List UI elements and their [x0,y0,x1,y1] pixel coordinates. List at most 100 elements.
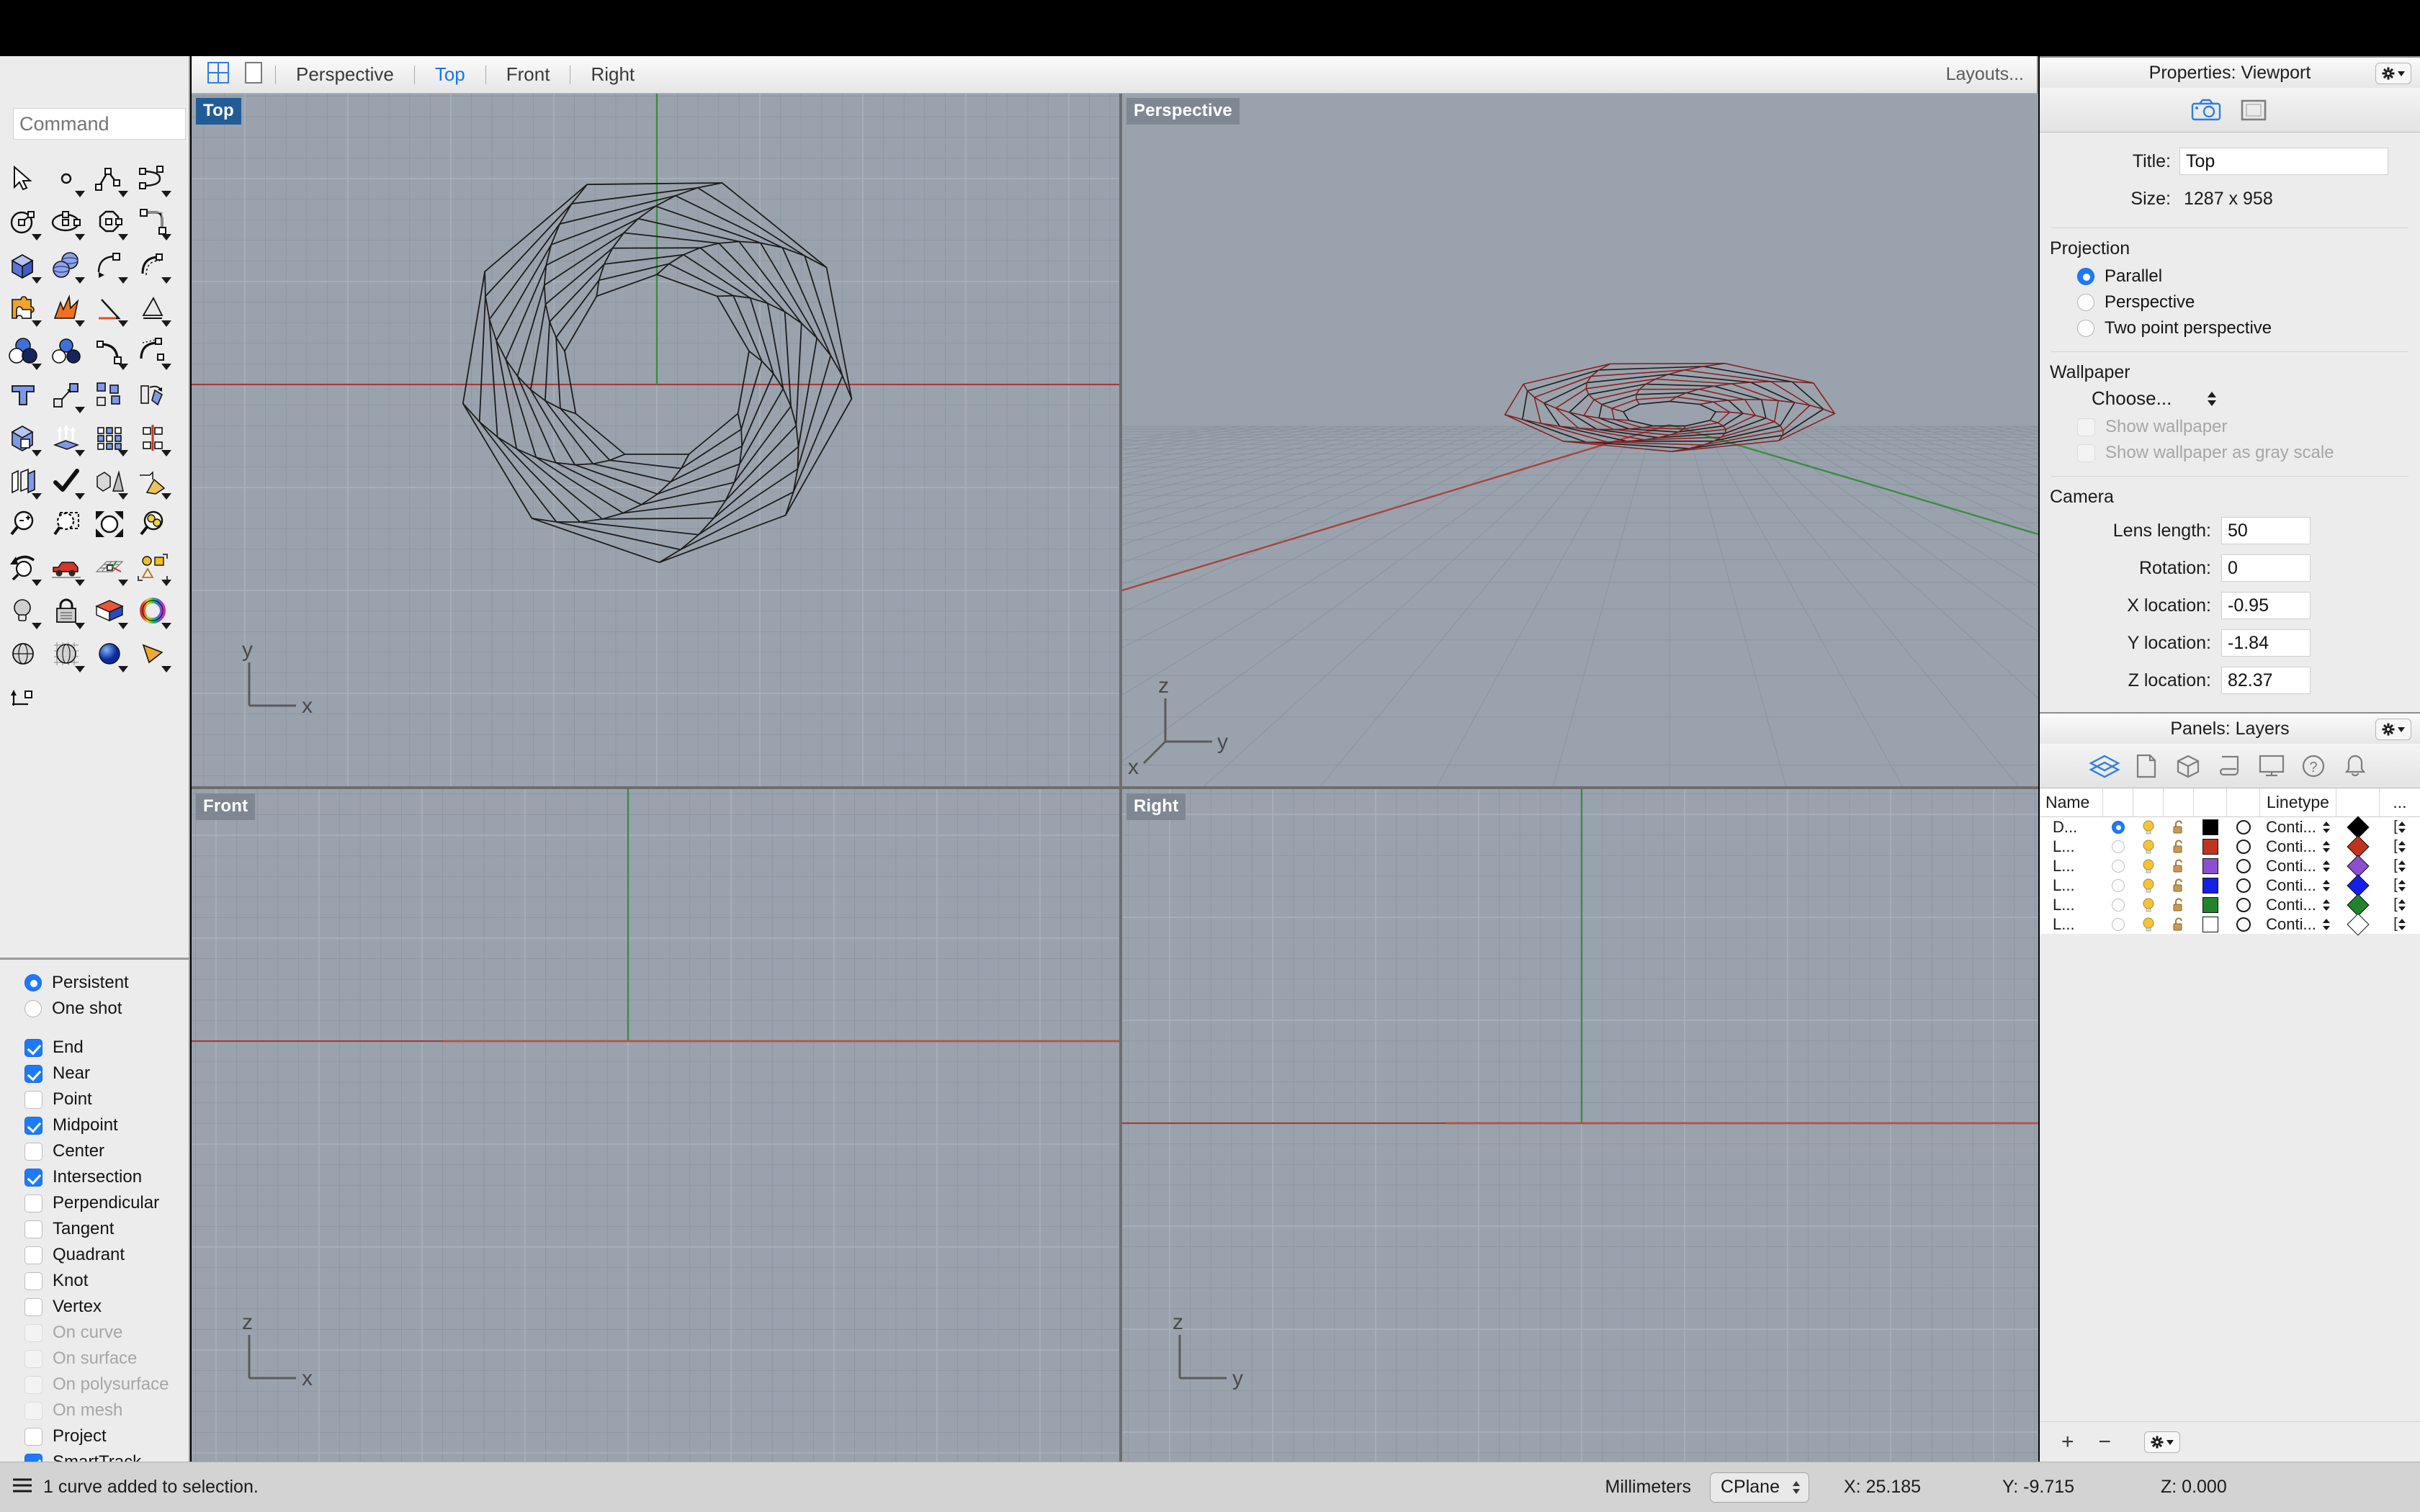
column-visible[interactable] [2133,788,2164,816]
osnap-item-point[interactable]: Point [24,1086,189,1112]
checkbox-indicator[interactable] [24,1220,42,1238]
checkbox-indicator[interactable] [24,1142,42,1161]
zoom-selected-icon[interactable] [131,503,174,546]
checkbox-indicator[interactable] [24,1349,42,1368]
layer-print-color-swatch[interactable] [2347,873,2370,897]
layer-material-cell[interactable] [2227,914,2260,934]
layer-color-cell[interactable] [2194,837,2227,856]
viewport-front[interactable]: z x Front [192,789,1119,1462]
analyze-angle-icon[interactable] [88,287,131,330]
select-check-icon[interactable] [45,459,88,503]
column-current[interactable] [2103,788,2133,816]
layer-lock-cell[interactable] [2164,837,2194,856]
layer-print-color-swatch[interactable] [2347,854,2370,878]
rotate-icon[interactable] [131,373,174,416]
layer-lock-icon[interactable] [2171,819,2187,835]
polygon-icon[interactable] [88,200,131,243]
layer-lock-cell[interactable] [2164,876,2194,895]
osnap-mode-one-shot[interactable]: One shot [24,996,189,1022]
layer-print-color-cell[interactable] [2336,912,2380,936]
zoom-previous-icon[interactable] [1,546,45,589]
layer-color-cell[interactable] [2194,817,2227,837]
layer-material-icon[interactable] [2236,858,2251,873]
osnap-mode-persistent[interactable]: Persistent [24,970,189,996]
color-wheel-icon[interactable] [131,589,174,632]
layer-linetype-cell[interactable]: Conti... [2260,837,2336,856]
viewport-top[interactable]: y x Top [192,94,1119,786]
radio-indicator[interactable] [2077,320,2094,337]
surface-edge-icon[interactable] [88,243,131,287]
flyout-arrow-icon[interactable] [32,277,42,284]
layer-print-color-swatch[interactable] [2347,893,2370,917]
box-icon[interactable] [1,243,45,287]
select-objects-icon[interactable] [131,546,174,589]
cap-solid-icon[interactable] [1,416,45,459]
checkbox-show-wallpaper-gray[interactable]: Show wallpaper as gray scale [2077,440,2420,466]
layer-overflow-cell[interactable]: [ [2380,895,2420,914]
viewport-label-perspective[interactable]: Perspective [1126,98,1240,125]
render-wireframe-icon[interactable] [1,632,45,675]
checkbox-indicator[interactable] [24,1168,42,1187]
chevron-updown-icon[interactable] [2322,821,2331,834]
flyout-arrow-icon[interactable] [75,580,85,586]
layer-visible-bulb-icon[interactable] [2141,819,2156,835]
layer-color-swatch[interactable] [2202,858,2218,874]
checkbox-indicator[interactable] [24,1090,42,1109]
osnap-item-near[interactable]: Near [24,1061,189,1086]
shade-object-icon[interactable] [88,459,131,503]
layer-lock-icon[interactable] [2171,839,2187,855]
copy-icon[interactable] [88,373,131,416]
chevron-updown-icon[interactable] [2322,879,2331,892]
zoom-window-icon[interactable] [45,503,88,546]
single-viewport-layout-icon[interactable] [245,62,262,87]
osnap-item-on-curve[interactable]: On curve [24,1320,189,1346]
layer-lock-cell[interactable] [2164,817,2194,837]
projection-option-perspective[interactable]: Perspective [2077,289,2420,315]
ellipse-icon[interactable] [45,200,88,243]
chevron-updown-icon[interactable] [2206,391,2218,407]
chevron-updown-icon[interactable] [2322,918,2331,931]
layer-name[interactable]: L... [2040,895,2103,914]
material-icon[interactable] [88,589,131,632]
layer-lock-icon[interactable] [2171,858,2187,874]
boolean-difference-icon[interactable] [45,330,88,373]
radio-indicator[interactable] [24,1000,42,1017]
curve-rebuild-icon[interactable] [131,330,174,373]
layer-row[interactable]: L... Conti... [ [2040,873,2420,897]
pan-car-icon[interactable] [45,546,88,589]
checkbox-indicator[interactable] [24,1194,42,1212]
layer-name[interactable]: L... [2040,856,2103,876]
render-preview-icon[interactable] [88,632,131,675]
circle-icon[interactable] [1,200,45,243]
layer-row[interactable]: L... Conti... [ [2040,893,2420,917]
extrude-icon[interactable] [45,416,88,459]
flyout-arrow-icon[interactable] [75,277,85,284]
osnap-item-on-surface[interactable]: On surface [24,1346,189,1372]
four-viewport-layout-icon[interactable] [207,62,229,87]
flyout-arrow-icon[interactable] [161,450,171,456]
layer-color-swatch[interactable] [2202,877,2218,894]
arc-fillet-icon[interactable] [131,200,174,243]
column-material[interactable] [2227,788,2260,816]
cplane-grid-icon[interactable] [88,546,131,589]
flyout-arrow-icon[interactable] [161,234,171,240]
lock-icon[interactable] [45,589,88,632]
help-question-icon[interactable]: ? [2298,750,2329,782]
layer-lock-icon[interactable] [2171,878,2187,894]
layer-visible-bulb-icon[interactable] [2141,839,2156,855]
layer-color-cell[interactable] [2194,856,2227,876]
layer-row[interactable]: L... Conti... [ [2040,912,2420,936]
remove-layer-button[interactable]: − [2099,1430,2112,1454]
layer-print-color-cell[interactable] [2336,815,2380,839]
flyout-arrow-icon[interactable] [32,493,42,500]
layer-material-cell[interactable] [2227,817,2260,837]
layer-visible-cell[interactable] [2133,837,2164,856]
explode-flame-icon[interactable] [45,287,88,330]
osnap-item-knot[interactable]: Knot [24,1268,189,1294]
flyout-arrow-icon[interactable] [118,320,128,327]
checkbox-indicator[interactable] [24,1427,42,1446]
boolean-union-icon[interactable] [1,330,45,373]
curve-edit-point-icon[interactable] [88,330,131,373]
layer-current-cell[interactable] [2103,895,2133,914]
layer-color-cell[interactable] [2194,895,2227,914]
